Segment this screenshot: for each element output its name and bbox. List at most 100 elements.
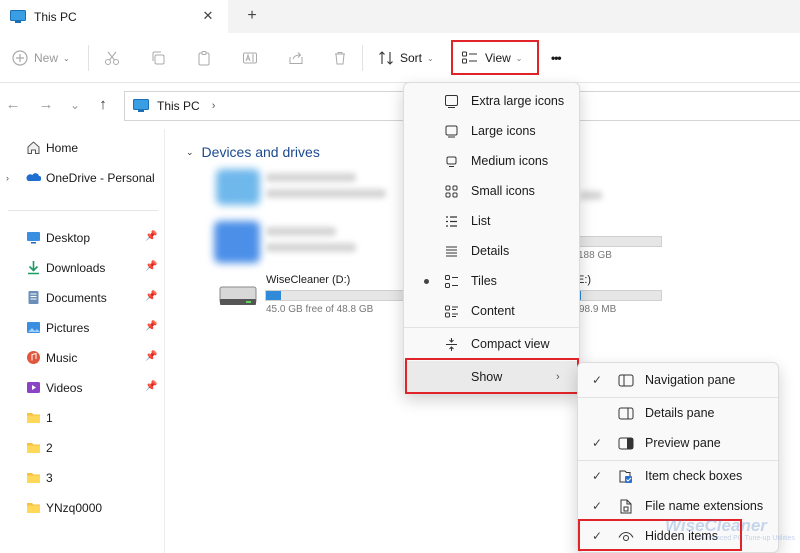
menu-item-label: Content — [471, 304, 515, 318]
sidebar-item-downloads[interactable]: Downloads 📌 — [0, 253, 165, 283]
title-bar: This PC ✕ + — [0, 0, 800, 33]
back-arrow-icon[interactable]: ← — [4, 95, 22, 115]
sidebar-item-desktop[interactable]: Desktop 📌 — [0, 223, 165, 253]
menu-item-label: Tiles — [471, 274, 497, 288]
trash-icon — [332, 50, 348, 66]
submenu-item-label: File name extensions — [645, 499, 764, 513]
submenu-item-preview-pane[interactable]: ✓ Preview pane — [578, 428, 780, 458]
add-tab-icon[interactable]: + — [244, 6, 260, 26]
drive-usage-bar — [578, 236, 662, 247]
sidebar-item-label: 1 — [46, 411, 53, 425]
sidebar-item-label: YNzq0000 — [46, 501, 103, 515]
view-highlight-box — [451, 40, 539, 75]
drive-free-space: 98.9 MB — [579, 304, 617, 315]
wisecleaner-watermark: WiseCleaner — [665, 516, 767, 535]
selected-bullet-icon — [424, 279, 429, 284]
menu-divider — [404, 327, 581, 328]
more-options-button[interactable]: ••• — [551, 33, 562, 83]
up-arrow-icon[interactable]: ↑ — [94, 95, 112, 115]
plus-circle-icon — [12, 50, 28, 66]
copy-button[interactable] — [150, 33, 166, 83]
forward-arrow-icon[interactable]: → — [37, 95, 55, 115]
desktop-icon — [26, 230, 41, 245]
sidebar-item-folder-2[interactable]: 2 — [0, 433, 165, 463]
clipboard-icon — [196, 50, 212, 66]
medium-icons-icon — [444, 154, 459, 169]
pin-icon: 📌 — [145, 261, 158, 272]
sort-button[interactable]: Sort ⌄ — [378, 33, 434, 83]
close-tab-icon[interactable]: ✕ — [200, 8, 216, 24]
folder-icon — [26, 410, 41, 425]
folder-icon — [26, 470, 41, 485]
sidebar-item-folder-3[interactable]: 3 — [0, 463, 165, 493]
expand-chevron-icon[interactable]: › — [6, 173, 9, 183]
pin-icon: 📌 — [145, 321, 158, 332]
navigation-bar: ← → ⌄ ↑ This PC › — [0, 83, 800, 129]
menu-item-content[interactable]: Content — [404, 296, 581, 326]
this-pc-icon — [10, 9, 26, 24]
menu-item-extra-large-icons[interactable]: Extra large icons — [404, 86, 581, 116]
new-button[interactable]: New ⌄ — [12, 33, 70, 83]
onedrive-icon — [26, 170, 41, 185]
new-label: New — [34, 51, 59, 65]
rename-button[interactable] — [242, 33, 258, 83]
copy-icon — [150, 50, 166, 66]
sidebar-item-label: Videos — [46, 381, 83, 395]
blurred-drive-label — [266, 173, 356, 182]
small-icons-icon — [444, 184, 459, 199]
recent-locations-chevron-icon[interactable]: ⌄ — [66, 95, 84, 115]
sidebar-item-onedrive[interactable]: › OneDrive - Personal — [0, 163, 165, 193]
submenu-item-details-pane[interactable]: Details pane — [578, 398, 780, 428]
drive-free-space: 45.0 GB free of 48.8 GB — [266, 304, 374, 315]
pin-icon: 📌 — [145, 291, 158, 302]
submenu-item-navigation-pane[interactable]: ✓ Navigation pane — [578, 365, 780, 395]
videos-icon — [26, 380, 41, 395]
chevron-down-icon: ⌄ — [427, 53, 434, 63]
submenu-item-item-check-boxes[interactable]: ✓ Item check boxes — [578, 461, 780, 491]
pin-icon: 📌 — [145, 351, 158, 362]
menu-item-medium-icons[interactable]: Medium icons — [404, 146, 581, 176]
blurred-drive-label — [266, 227, 336, 236]
breadcrumb-chevron-icon[interactable]: › — [212, 100, 216, 112]
command-bar: New ⌄ Sort ⌄ View ⌄ ••• — [0, 33, 800, 83]
scissors-icon — [104, 50, 120, 66]
blurred-drive-icon — [214, 221, 260, 263]
menu-item-details[interactable]: Details — [404, 236, 581, 266]
sidebar-item-videos[interactable]: Videos 📌 — [0, 373, 165, 403]
paste-button[interactable] — [196, 33, 212, 83]
sidebar-item-pictures[interactable]: Pictures 📌 — [0, 313, 165, 343]
menu-item-tiles[interactable]: Tiles — [404, 266, 581, 296]
delete-button[interactable] — [332, 33, 348, 83]
section-devices-and-drives[interactable]: ⌄ Devices and drives — [186, 144, 320, 160]
menu-item-small-icons[interactable]: Small icons — [404, 176, 581, 206]
downloads-icon — [26, 260, 41, 275]
details-icon — [444, 244, 459, 259]
menu-item-compact-view[interactable]: Compact view — [404, 329, 581, 359]
checkmark-icon: ✓ — [592, 469, 603, 483]
toolbar-divider — [362, 45, 363, 71]
sidebar-item-label: 3 — [46, 471, 53, 485]
drive-usage-bar — [578, 290, 662, 301]
show-highlight-box — [405, 358, 579, 394]
sidebar-item-folder-1[interactable]: 1 — [0, 403, 165, 433]
drive-name: WiseCleaner (D:) — [266, 274, 351, 286]
menu-item-list[interactable]: List — [404, 206, 581, 236]
view-menu: Extra large icons Large icons Medium ico… — [403, 82, 581, 394]
large-icons-icon — [444, 124, 459, 139]
sort-label: Sort — [400, 51, 423, 65]
file-name-extensions-icon — [618, 499, 634, 514]
menu-item-label: Details — [471, 244, 510, 258]
blurred-drive-icon — [216, 169, 260, 205]
cut-button[interactable] — [104, 33, 120, 83]
sidebar-item-folder-ynzq0000[interactable]: YNzq0000 — [0, 493, 165, 523]
sidebar-item-music[interactable]: Music 📌 — [0, 343, 165, 373]
breadcrumb-this-pc[interactable]: This PC — [157, 99, 200, 113]
share-button[interactable] — [288, 33, 304, 83]
compact-view-icon — [444, 337, 459, 352]
sidebar-item-documents[interactable]: Documents 📌 — [0, 283, 165, 313]
toolbar-divider — [88, 45, 89, 71]
sidebar-item-home[interactable]: Home — [0, 133, 165, 163]
tab-this-pc[interactable]: This PC ✕ — [0, 0, 228, 33]
menu-item-large-icons[interactable]: Large icons — [404, 116, 581, 146]
chevron-down-icon: ⌄ — [63, 53, 70, 63]
